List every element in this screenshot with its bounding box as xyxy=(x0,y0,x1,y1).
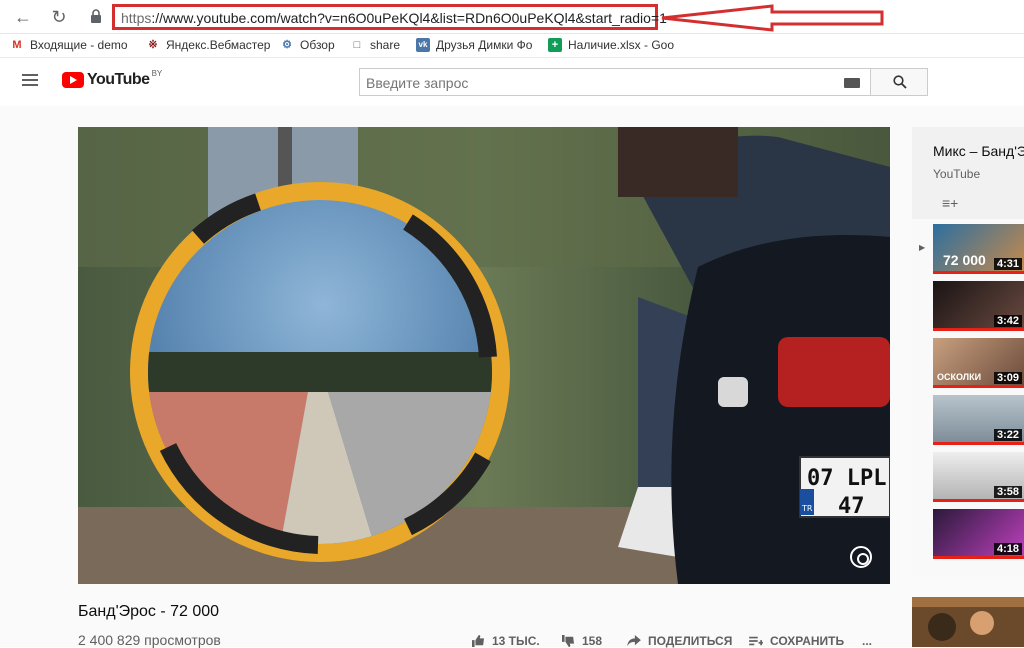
address-bar[interactable]: https://www.youtube.com/watch?v=n6O0uPeK… xyxy=(112,4,667,30)
mix-subtitle: YouTube xyxy=(933,167,981,181)
search-placeholder: Введите запрос xyxy=(366,75,469,91)
logo-text: YouTube xyxy=(87,71,150,88)
mix-item[interactable]: 72 000 4:31 xyxy=(933,224,1024,274)
bookmark-label: Обзор xyxy=(300,38,335,52)
now-playing-icon: ▶ xyxy=(919,243,926,252)
search-button[interactable] xyxy=(870,68,928,96)
video-title: Банд'Эрос - 72 000 xyxy=(78,603,220,620)
like-button[interactable]: 13 ТЫС. xyxy=(470,634,540,648)
mix-item[interactable]: 3:42 xyxy=(933,281,1024,331)
highlight-arrow-icon xyxy=(661,4,884,32)
recommended-thumbnail-image xyxy=(912,597,1024,647)
search-input[interactable]: Введите запрос xyxy=(359,68,871,96)
save-label: СОХРАНИТЬ xyxy=(770,634,845,648)
mix-duration: 3:42 xyxy=(993,315,1022,327)
keyboard-icon[interactable] xyxy=(844,78,860,88)
more-icon: ... xyxy=(862,634,873,648)
plate-line1: 07 LPL xyxy=(807,466,886,491)
bookmarks-bar: M Входящие - demo ※ Яндекс.Вебмастер ⚙ О… xyxy=(0,34,1024,58)
watched-progress xyxy=(933,385,1024,388)
reload-icon[interactable]: ↻ xyxy=(48,6,70,28)
mix-list: ▶ 72 000 4:31 3:42 ОСКОЛКИ 3:09 3:22 3:5… xyxy=(912,219,1024,577)
video-frame: 07 LPL 47 TR xyxy=(78,127,890,584)
watched-progress xyxy=(933,442,1024,445)
dislike-button[interactable]: 158 xyxy=(560,634,602,648)
dislike-count: 158 xyxy=(582,634,603,648)
watched-progress xyxy=(933,499,1024,502)
view-count: 2 400 829 просмотров xyxy=(78,632,221,648)
recommended-video-thumbnail[interactable] xyxy=(912,597,1024,647)
add-to-playlist-icon[interactable]: ≡+ xyxy=(942,195,958,211)
search-icon xyxy=(893,75,907,89)
bookmark-label: share xyxy=(370,38,401,52)
youtube-logo[interactable]: YouTube BY xyxy=(62,68,163,89)
bookmark-share[interactable]: □ share xyxy=(350,38,400,52)
settings-icon: ⚙ xyxy=(282,39,292,51)
bookmark-vk[interactable]: vk Друзья Димки Фо xyxy=(416,38,532,52)
bookmark-label: Входящие - demo xyxy=(30,38,128,52)
mix-duration: 3:09 xyxy=(993,372,1022,384)
plate-line2: 47 xyxy=(838,494,865,519)
bookmark-webmaster[interactable]: ※ Яндекс.Вебмастер xyxy=(146,38,270,52)
lock-icon xyxy=(91,9,101,23)
bookmark-label: Наличие.xlsx - Goo xyxy=(568,38,675,52)
browser-toolbar: ← ↻ https://www.youtube.com/watch?v=n6O0… xyxy=(0,0,1024,34)
vk-icon: vk xyxy=(416,38,430,52)
bookmark-inbox[interactable]: M Входящие - demo xyxy=(10,38,128,52)
thumbs-up-icon xyxy=(472,635,484,647)
bookmark-sheet[interactable]: + Наличие.xlsx - Goo xyxy=(548,38,674,52)
more-actions-button[interactable]: ... xyxy=(862,634,872,648)
mix-item[interactable]: 4:18 xyxy=(933,509,1024,559)
mix-item[interactable]: 3:58 xyxy=(933,452,1024,502)
save-button[interactable]: СОХРАНИТЬ xyxy=(748,634,844,648)
plate-country: TR xyxy=(801,504,813,513)
mix-duration: 3:22 xyxy=(993,429,1022,441)
mix-duration: 4:31 xyxy=(993,258,1022,270)
watched-progress xyxy=(933,271,1024,274)
channel-watermark-icon[interactable] xyxy=(850,546,872,568)
mix-duration: 3:58 xyxy=(993,486,1022,498)
mix-item[interactable]: 3:22 xyxy=(933,395,1024,445)
share-icon xyxy=(627,635,641,647)
sheets-icon: + xyxy=(548,38,562,52)
mix-thumb-text: 72 000 xyxy=(943,252,986,268)
bookmark-label: Друзья Димки Фо xyxy=(436,38,533,52)
like-count: 13 ТЫС. xyxy=(492,634,540,648)
yandex-webmaster-icon: ※ xyxy=(148,39,158,51)
mix-thumb-text: ОСКОЛКИ xyxy=(937,372,982,382)
mix-title[interactable]: Микс – Банд'Э xyxy=(933,143,1024,159)
bookmark-overview[interactable]: ⚙ Обзор xyxy=(280,38,335,52)
thumbs-down-icon xyxy=(562,635,574,647)
back-icon[interactable]: ← xyxy=(12,6,34,28)
url-text: https://www.youtube.com/watch?v=n6O0uPeK… xyxy=(121,10,667,26)
video-player[interactable]: 07 LPL 47 TR xyxy=(78,127,890,584)
mix-duration: 4:18 xyxy=(993,543,1022,555)
region-code: BY xyxy=(151,68,163,78)
page-icon: □ xyxy=(353,39,361,51)
mix-playlist-panel: Микс – Банд'Э YouTube ≡+ ▶ 72 000 4:31 3… xyxy=(912,127,1024,577)
youtube-header: YouTube BY Введите запрос xyxy=(0,58,1024,106)
bookmark-label: Яндекс.Вебмастер xyxy=(166,38,271,52)
watched-progress xyxy=(933,556,1024,559)
gmail-icon: M xyxy=(12,39,22,51)
youtube-play-icon xyxy=(62,72,84,88)
watched-progress xyxy=(933,328,1024,331)
mix-header: Микс – Банд'Э YouTube ≡+ xyxy=(912,127,1024,217)
menu-icon[interactable] xyxy=(22,74,38,86)
playlist-add-icon xyxy=(749,636,763,646)
mix-item[interactable]: ОСКОЛКИ 3:09 xyxy=(933,338,1024,388)
share-label: ПОДЕЛИТЬСЯ xyxy=(648,634,733,648)
share-button[interactable]: ПОДЕЛИТЬСЯ xyxy=(626,634,732,648)
